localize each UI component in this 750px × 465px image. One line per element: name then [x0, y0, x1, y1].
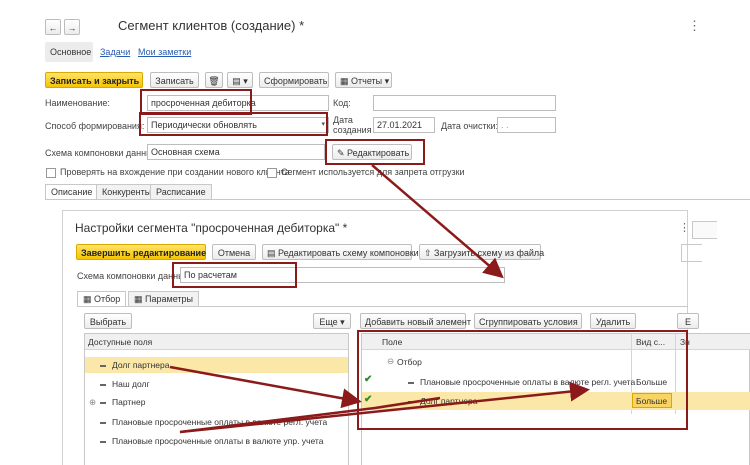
date-created-label2: создания — [333, 125, 372, 135]
name-label: Наименование: — [45, 98, 110, 108]
chevron-down-icon: ▾ — [497, 271, 501, 278]
list-item[interactable]: Партнер — [100, 397, 145, 407]
subtab-competitors[interactable]: Конкуренты — [96, 184, 158, 199]
edit-scheme-label: Редактировать — [347, 148, 410, 158]
select-button[interactable]: Выбрать — [84, 313, 132, 329]
date-created-label1: Дата — [333, 115, 353, 125]
filter-checkbox-icon[interactable]: ✔ — [364, 374, 372, 385]
cancel-button[interactable]: Отмена — [212, 244, 256, 260]
back-button[interactable]: ← — [45, 19, 61, 35]
window-title: Сегмент клиентов (создание) * — [118, 18, 305, 33]
document-menu-icon[interactable]: ▤ ▾ — [227, 72, 253, 88]
name-field[interactable]: просроченная дебиторка — [147, 95, 329, 111]
edit-composition-label: Редактировать схему компоновки — [278, 248, 419, 258]
filter-header-value: Зн — [680, 337, 690, 347]
right-edge-field — [681, 244, 702, 262]
available-header-label: Доступные поля — [88, 337, 153, 347]
tab-filter-label: Отбор — [94, 294, 121, 304]
more-label: Еще — [319, 317, 338, 327]
inner-tab-divider — [77, 306, 688, 307]
delete-icon[interactable]: 🗑 — [205, 72, 223, 88]
shipment-ban-label: Сегмент используется для запрета отгрузк… — [281, 167, 465, 177]
load-scheme-button[interactable]: ⇧ Загрузить схему из файла — [419, 244, 545, 260]
tab-params[interactable]: ▦ Параметры — [128, 291, 199, 306]
filter-group-label: Отбор — [397, 357, 422, 367]
chevron-down-icon: ▾ — [321, 121, 325, 128]
inner-scheme-value: По расчетам — [184, 270, 237, 280]
shipment-ban-checkbox[interactable] — [267, 168, 277, 178]
reports-icon: ▦ — [340, 76, 352, 86]
load-scheme-label: Загрузить схему из файла — [434, 248, 545, 258]
filter-header — [362, 334, 750, 350]
tab-notes[interactable]: Мои заметки — [138, 47, 191, 57]
params-icon: ▦ — [134, 294, 146, 304]
expand-icon[interactable]: ⊕ — [89, 397, 96, 408]
filter-header-field: Поле — [382, 337, 403, 347]
clear-date-field[interactable]: . . — [497, 117, 556, 133]
edit-scheme-button[interactable]: ✎ Редактировать — [332, 144, 412, 160]
list-item[interactable]: Долг партнера — [100, 360, 169, 370]
code-label: Код: — [333, 98, 351, 108]
edit-icon: ✎ — [337, 148, 348, 158]
inner-scheme-select[interactable]: По расчетам ▾ — [180, 267, 505, 283]
edit-composition-button[interactable]: ▤ Редактировать схему компоновки — [262, 244, 419, 260]
list-item[interactable]: Наш долг — [100, 379, 150, 389]
code-field[interactable] — [373, 95, 556, 111]
list-item[interactable]: Плановые просроченные оплаты в валюте ре… — [100, 417, 327, 427]
save-and-close-button[interactable]: Записать и закрыть — [45, 72, 143, 88]
chevron-down-icon: ▾ — [382, 76, 390, 86]
subtab-schedule[interactable]: Расписание — [150, 184, 212, 199]
check-new-client-checkbox[interactable] — [46, 168, 56, 178]
add-element-button[interactable]: Добавить новый элемент — [360, 313, 471, 329]
scheme-label: Схема компоновки данных: — [45, 148, 160, 158]
settings-title: Настройки сегмента "просроченная дебитор… — [75, 221, 348, 235]
filter-icon: ▦ — [83, 294, 95, 304]
date-created-field[interactable]: 27.01.2021 — [373, 117, 435, 133]
upload-icon: ⇧ — [424, 248, 435, 258]
delete-button[interactable]: Удалить — [590, 313, 636, 329]
list-item[interactable]: Плановые просроченные оплаты в валюте уп… — [100, 436, 323, 446]
tab-params-label: Параметры — [145, 294, 193, 304]
check-new-client-label: Проверять на вхождение при создании ново… — [60, 167, 290, 177]
method-select[interactable]: Периодически обновлять ▾ — [147, 117, 329, 133]
settings-more-icon[interactable]: ⋮ — [679, 221, 690, 234]
method-label: Способ формирования: — [45, 121, 145, 131]
tab-main-label: Основное — [50, 47, 92, 57]
method-value: Периодически обновлять — [151, 120, 257, 130]
extra-button[interactable]: Е — [677, 313, 699, 329]
collapse-icon[interactable]: ⊖ — [387, 356, 394, 367]
filter-row-view[interactable]: Больше — [636, 377, 667, 387]
clear-date-label: Дата очистки: — [441, 121, 499, 131]
subtab-divider — [45, 199, 750, 200]
chevron-down-icon: ▾ — [337, 317, 345, 327]
finish-editing-button[interactable]: Завершить редактирование — [76, 244, 206, 260]
form-button[interactable]: Сформировать — [259, 72, 329, 88]
tab-tasks[interactable]: Задачи — [100, 47, 130, 57]
table-row[interactable]: Плановые просроченные оплаты в валюте ре… — [408, 377, 635, 387]
composition-icon: ▤ — [267, 248, 279, 258]
more-button[interactable]: Еще ▾ — [313, 313, 351, 329]
more-menu-icon[interactable]: ⋮ — [688, 18, 701, 34]
reports-label: Отчеты — [351, 76, 383, 86]
inner-scheme-label: Схема компоновки данных: — [77, 271, 192, 281]
scheme-field[interactable]: Основная схема — [147, 144, 325, 160]
subtab-description[interactable]: Описание — [45, 184, 99, 199]
filter-row-view: Больше — [636, 396, 668, 406]
table-row[interactable]: Долг партнера — [408, 396, 477, 406]
forward-button[interactable]: → — [64, 19, 80, 35]
filter-checkbox-icon[interactable]: ✔ — [364, 394, 372, 405]
reports-button[interactable]: ▦ Отчеты ▾ — [335, 72, 392, 88]
save-button[interactable]: Записать — [150, 72, 199, 88]
tab-filter[interactable]: ▦ Отбор — [77, 291, 127, 306]
outer-close-button[interactable] — [692, 221, 717, 239]
filter-header-view: Вид с... — [636, 337, 666, 347]
group-conditions-button[interactable]: Сгруппировать условия — [474, 313, 582, 329]
